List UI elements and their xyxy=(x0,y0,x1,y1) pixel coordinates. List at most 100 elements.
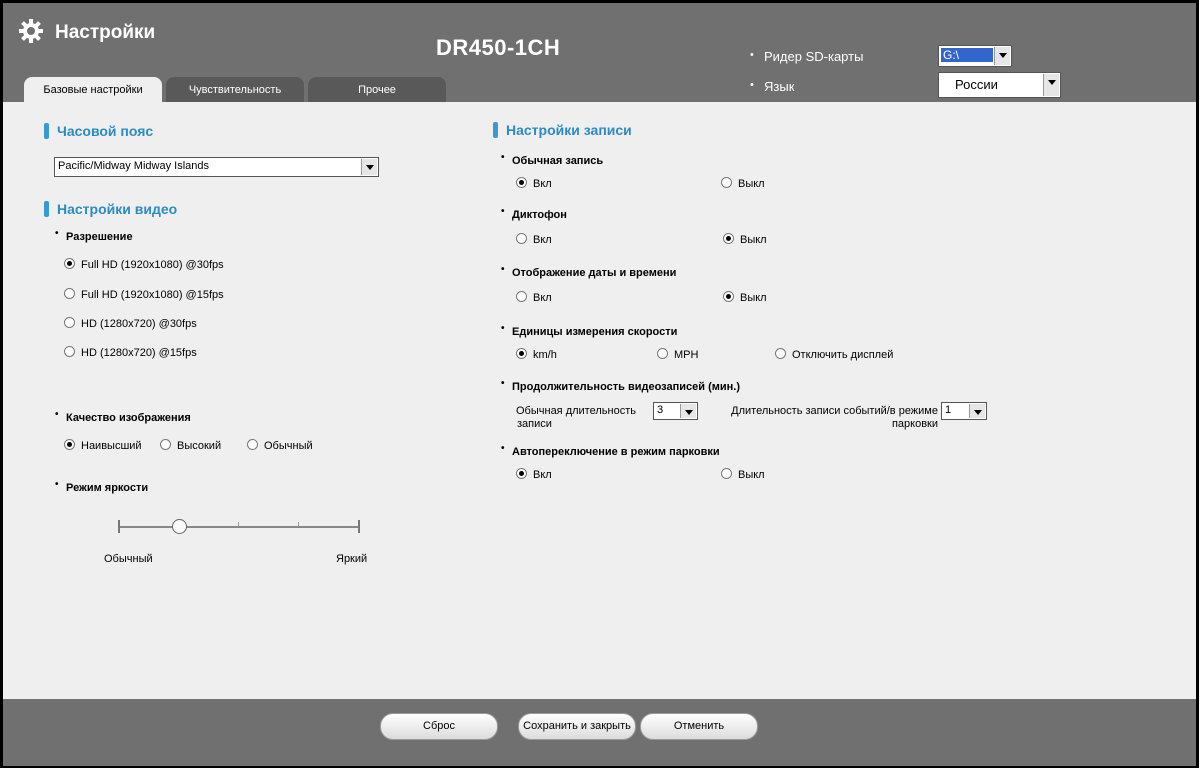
radio-button[interactable] xyxy=(516,291,527,302)
radio-button[interactable] xyxy=(516,348,527,359)
radio-button[interactable] xyxy=(657,348,668,359)
quality-option[interactable]: Обычный xyxy=(247,439,313,452)
option-label: Выкл xyxy=(740,292,767,304)
speed-units-title: • Единицы измерения скорости xyxy=(501,323,677,338)
normal-duration-select[interactable]: 3 xyxy=(653,402,698,420)
resolution-label: Разрешение xyxy=(66,231,133,243)
reset-button[interactable]: Сброс xyxy=(380,713,498,740)
chevron-down-icon[interactable] xyxy=(994,47,1010,65)
section-marker xyxy=(44,201,49,217)
sd-reader-select[interactable]: G:\ xyxy=(938,45,1012,67)
section-marker xyxy=(493,122,498,138)
slider-endcap xyxy=(118,520,120,533)
bullet: • xyxy=(750,79,754,91)
chevron-down-icon[interactable] xyxy=(969,404,985,418)
quality-option-label: Наивысший xyxy=(81,440,142,452)
option-label: km/h xyxy=(533,349,557,361)
radio-button[interactable] xyxy=(723,291,734,302)
radio-button[interactable] xyxy=(64,346,75,357)
radio-button[interactable] xyxy=(516,233,527,244)
radio-button[interactable] xyxy=(64,317,75,328)
resolution-option[interactable]: Full HD (1920x1080) @15fps xyxy=(64,288,224,301)
section-marker xyxy=(44,123,49,139)
radio-button[interactable] xyxy=(721,468,732,479)
tab-basic-settings[interactable]: Базовые настройки xyxy=(24,77,162,102)
sd-reader-value: G:\ xyxy=(941,48,993,62)
brightness-max-label: Яркий xyxy=(336,553,368,565)
normal-record-off[interactable]: Выкл xyxy=(721,177,765,190)
brightness-label: Режим яркости xyxy=(66,482,149,494)
gear-icon xyxy=(19,19,43,43)
bullet: • xyxy=(501,378,505,389)
normal-record-on[interactable]: Вкл xyxy=(516,177,552,190)
speed-mph[interactable]: MPH xyxy=(657,348,698,361)
datetime-off[interactable]: Выкл xyxy=(723,291,767,304)
quality-option[interactable]: Наивысший xyxy=(64,439,142,452)
option-label: Отключить дисплей xyxy=(792,349,894,361)
option-label: MPH xyxy=(674,349,699,361)
normal-duration-label-line: записи xyxy=(517,418,552,430)
quality-title: • Качество изображения xyxy=(55,409,191,424)
timezone-value: Pacific/Midway Midway Islands xyxy=(58,160,209,172)
radio-button[interactable] xyxy=(516,177,527,188)
parking-label: Автопереключение в режим парковки xyxy=(512,446,720,458)
radio-button[interactable] xyxy=(247,439,258,450)
datetime-title: • Отображение даты и времени xyxy=(501,264,676,279)
option-label: Вкл xyxy=(533,469,552,481)
resolution-option[interactable]: HD (1280x720) @30fps xyxy=(64,317,197,330)
chevron-down-icon[interactable] xyxy=(680,404,696,418)
resolution-option-label: HD (1280x720) @30fps xyxy=(81,318,197,330)
bullet: • xyxy=(750,49,754,61)
resolution-title: • Разрешение xyxy=(55,228,133,243)
parking-title: • Автопереключение в режим парковки xyxy=(501,443,720,458)
speed-display-off[interactable]: Отключить дисплей xyxy=(775,348,893,361)
save-and-close-button[interactable]: Сохранить и закрыть xyxy=(518,713,636,740)
datetime-on[interactable]: Вкл xyxy=(516,291,552,304)
language-select[interactable]: России xyxy=(938,72,1061,98)
quality-option[interactable]: Высокий xyxy=(160,439,221,452)
quality-option-label: Обычный xyxy=(264,440,313,452)
radio-button[interactable] xyxy=(516,468,527,479)
duration-label: Продолжительность видеозаписей (мин.) xyxy=(512,381,740,393)
resolution-option[interactable]: Full HD (1920x1080) @30fps xyxy=(64,258,224,271)
parking-on[interactable]: Вкл xyxy=(516,468,552,481)
cancel-button[interactable]: Отменить xyxy=(640,713,758,740)
chevron-down-icon[interactable] xyxy=(361,159,377,175)
bullet: • xyxy=(501,323,505,334)
tab-other[interactable]: Прочее xyxy=(308,77,446,102)
option-label: Вкл xyxy=(533,178,552,190)
tab-sensitivity[interactable]: Чувствительность xyxy=(166,77,304,102)
timezone-select[interactable]: Pacific/Midway Midway Islands xyxy=(54,157,379,177)
radio-button[interactable] xyxy=(64,288,75,299)
bullet: • xyxy=(501,443,505,454)
language-value: России xyxy=(955,77,998,92)
radio-button[interactable] xyxy=(64,258,75,269)
event-duration-select[interactable]: 1 xyxy=(941,402,987,420)
option-label: Вкл xyxy=(533,234,552,246)
timezone-section-title: Часовой пояс xyxy=(44,123,154,139)
brightness-title: • Режим яркости xyxy=(55,479,149,494)
timezone-title: Часовой пояс xyxy=(57,123,154,139)
normal-duration-label-line: Обычная длительность xyxy=(516,405,636,417)
radio-button[interactable] xyxy=(721,177,732,188)
option-label: Выкл xyxy=(738,469,765,481)
dictaphone-on[interactable]: Вкл xyxy=(516,233,552,246)
dictaphone-title: • Диктофон xyxy=(501,206,567,221)
chevron-down-icon[interactable] xyxy=(1043,74,1059,96)
normal-duration-value: 3 xyxy=(657,404,664,416)
parking-off[interactable]: Выкл xyxy=(721,468,765,481)
speed-kmh[interactable]: km/h xyxy=(516,348,557,361)
radio-button[interactable] xyxy=(160,439,171,450)
brightness-slider-track[interactable] xyxy=(118,526,360,528)
video-section-title: Настройки видео xyxy=(44,201,177,217)
bullet: • xyxy=(501,264,505,275)
option-label: Выкл xyxy=(738,178,765,190)
dictaphone-off[interactable]: Выкл xyxy=(723,233,767,246)
radio-button[interactable] xyxy=(723,233,734,244)
brightness-slider-handle[interactable] xyxy=(171,519,187,534)
duration-title: • Продолжительность видеозаписей (мин.) xyxy=(501,378,740,393)
radio-button[interactable] xyxy=(775,348,786,359)
resolution-option[interactable]: HD (1280x720) @15fps xyxy=(64,346,197,359)
radio-button[interactable] xyxy=(64,439,75,450)
option-label: Выкл xyxy=(740,234,767,246)
